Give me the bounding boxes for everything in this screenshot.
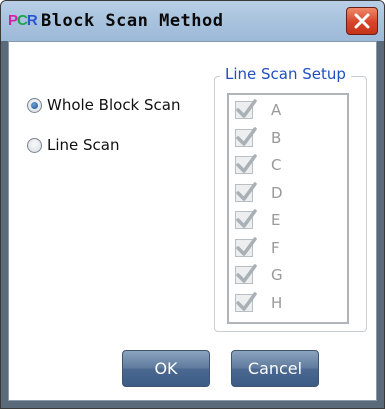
checkbox-f[interactable] (235, 236, 257, 257)
window-title: Block Scan Method (41, 11, 224, 31)
checkbox-h[interactable] (235, 291, 257, 312)
app-icon: PCR (8, 12, 38, 29)
checkbox-c[interactable] (235, 154, 257, 174)
checkbox-e[interactable] (235, 209, 257, 229)
checkmark-icon (236, 236, 257, 256)
checkbox-row-g[interactable]: G (235, 264, 283, 286)
checkbox-label: E (271, 211, 281, 229)
checkbox-a[interactable] (235, 99, 257, 119)
checkmark-icon (236, 209, 257, 228)
checkbox-row-b[interactable]: B (235, 126, 282, 149)
checkbox-row-c[interactable]: C (235, 154, 281, 176)
line-scan-checklist: ABCDEFGH (227, 93, 349, 324)
checkmark-icon (236, 99, 257, 118)
title-bar[interactable]: PCR Block Scan Method (1, 1, 384, 41)
checkbox-g[interactable] (235, 264, 257, 284)
whole-block-scan-option[interactable]: Whole Block Scan (27, 96, 180, 114)
close-icon (354, 13, 370, 29)
whole-block-scan-radio[interactable] (27, 97, 42, 113)
checkbox-label: H (271, 293, 283, 312)
checkmark-icon (236, 154, 257, 173)
checkmark-icon (236, 264, 257, 283)
checkmark-icon (236, 126, 257, 146)
checkmark-icon (236, 291, 257, 311)
checkmark-icon (236, 181, 257, 201)
checkbox-b[interactable] (235, 126, 257, 147)
cancel-button[interactable]: Cancel (231, 350, 319, 387)
line-scan-radio[interactable] (27, 137, 42, 153)
close-button[interactable] (346, 7, 378, 35)
checkbox-label: G (271, 266, 283, 284)
dialog-window: PCR Block Scan Method Whole Block Scan L… (0, 0, 385, 409)
whole-block-scan-label: Whole Block Scan (47, 96, 181, 114)
checkbox-label: A (271, 101, 282, 119)
checkbox-row-a[interactable]: A (235, 99, 281, 121)
checkbox-row-f[interactable]: F (235, 236, 280, 259)
line-scan-label: Line Scan (47, 136, 120, 154)
line-scan-option[interactable]: Line Scan (27, 136, 120, 154)
dialog-body: Whole Block Scan Line Scan Line Scan Set… (8, 41, 377, 401)
checkbox-d[interactable] (235, 181, 257, 202)
ok-button[interactable]: OK (122, 350, 210, 387)
checkbox-label: C (271, 156, 282, 174)
checkbox-label: F (271, 238, 280, 257)
checkbox-row-e[interactable]: E (235, 209, 280, 231)
checkbox-label: D (271, 183, 283, 202)
line-scan-setup-title: Line Scan Setup (220, 65, 351, 83)
checkbox-row-h[interactable]: H (235, 291, 283, 314)
checkbox-row-d[interactable]: D (235, 181, 283, 204)
checkbox-label: B (271, 128, 282, 147)
